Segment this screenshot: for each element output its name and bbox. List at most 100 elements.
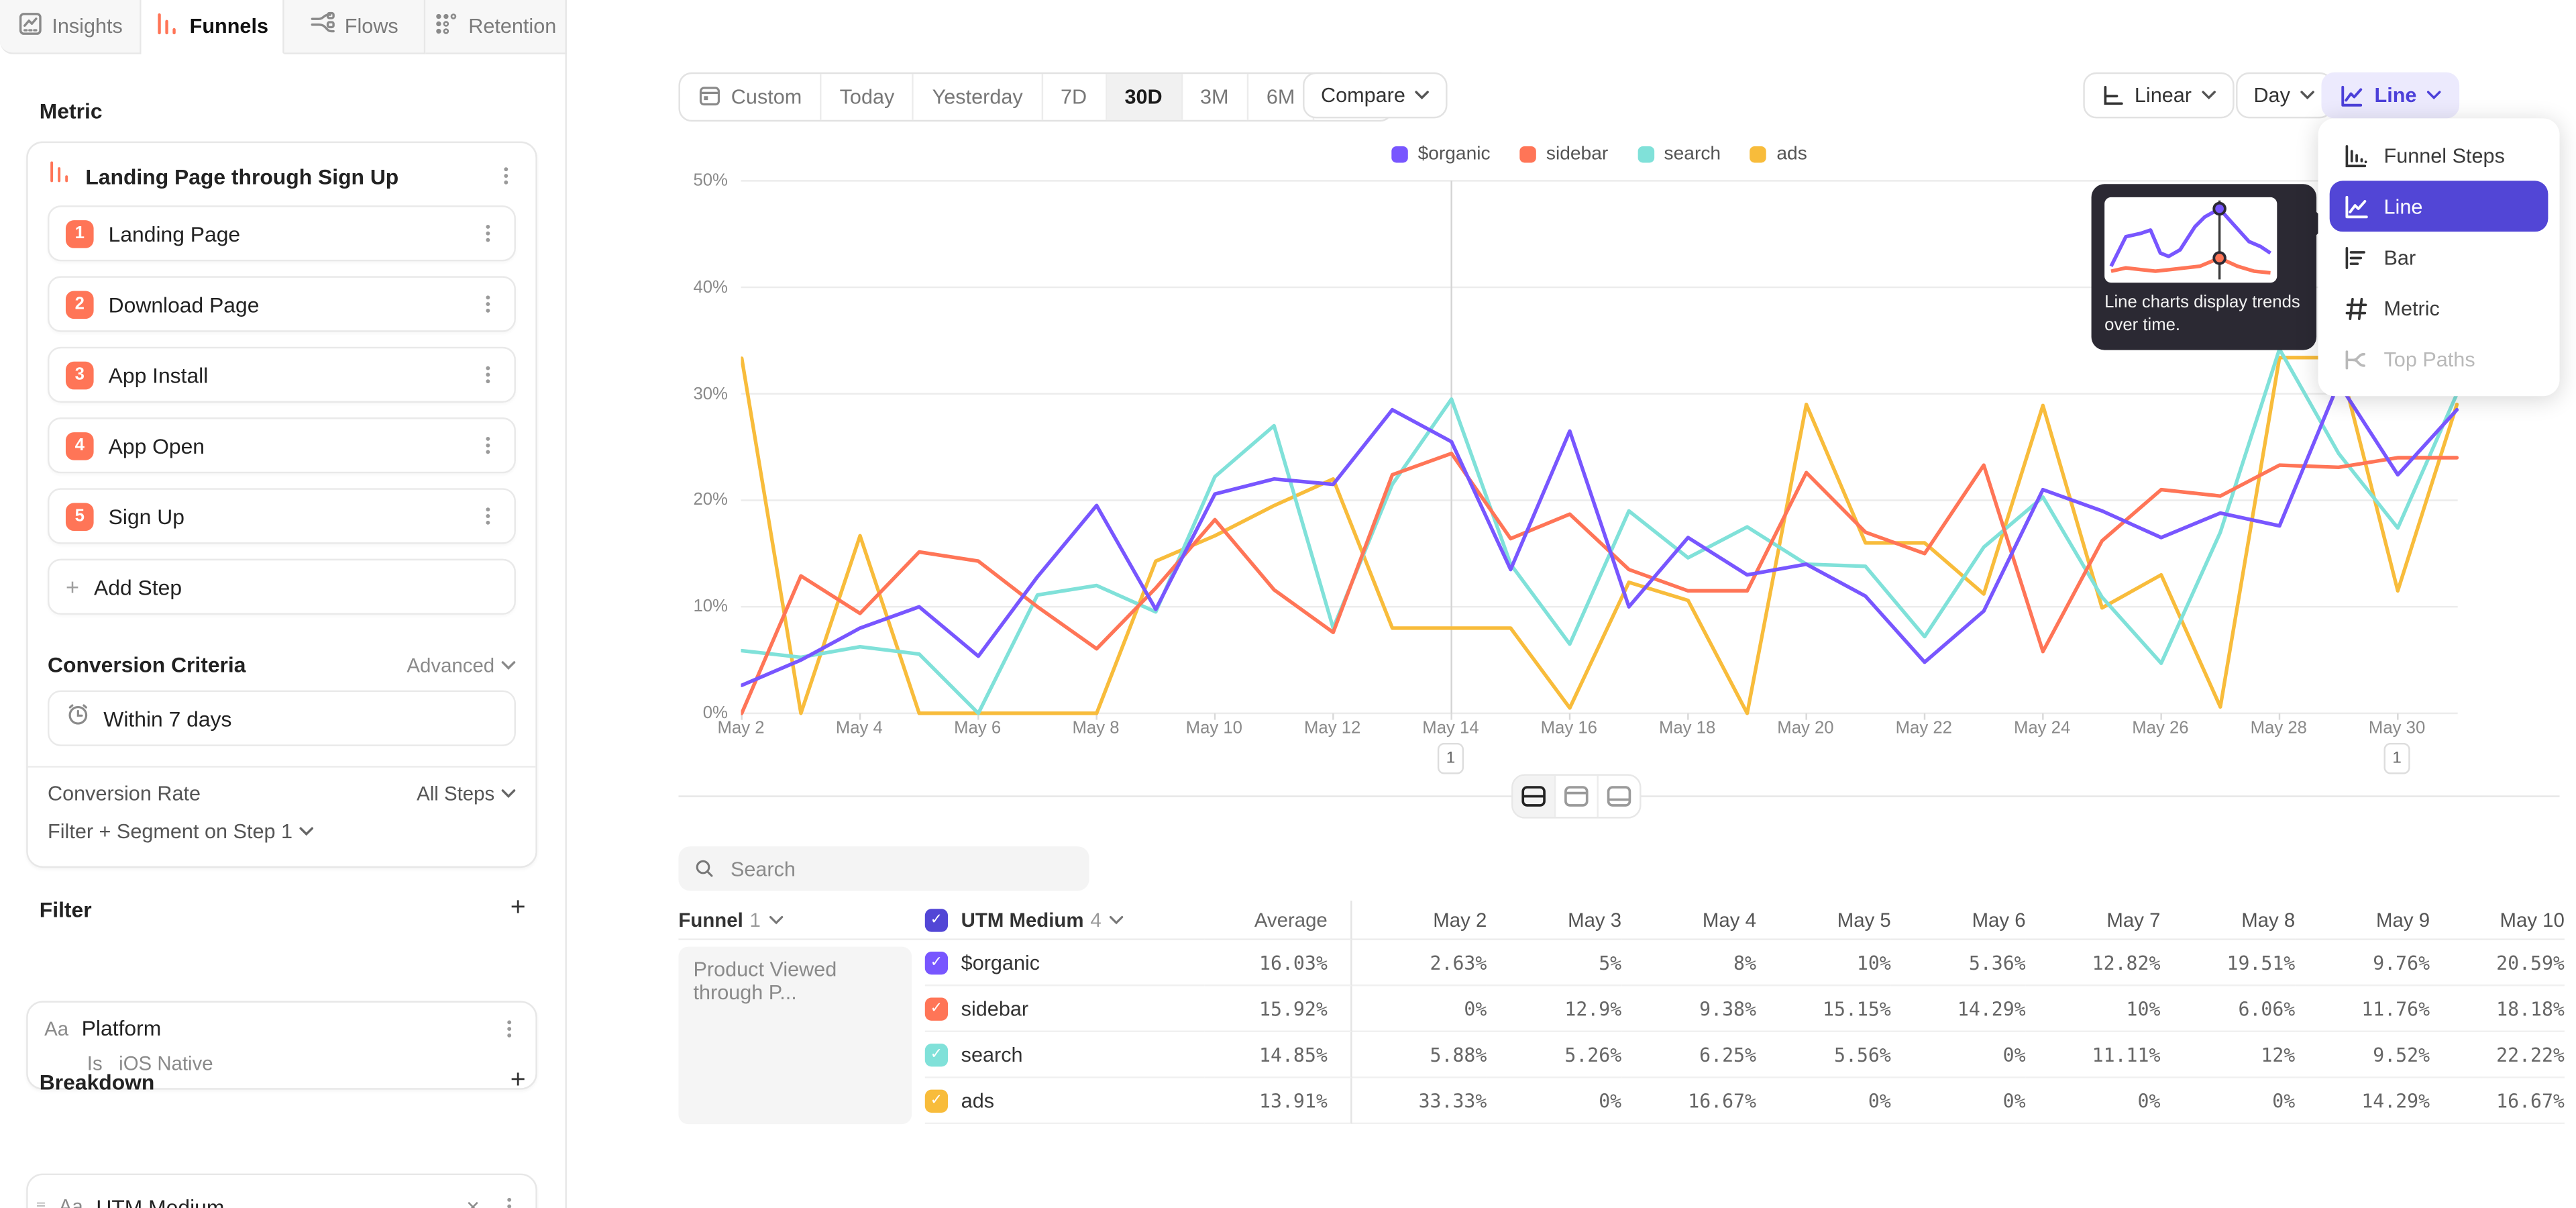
- chevron-down-icon: [2202, 91, 2216, 101]
- day-value: 5%: [1487, 940, 1621, 987]
- series-row-ads[interactable]: ✓ads: [925, 1078, 1204, 1125]
- day-value: 12.9%: [1487, 986, 1621, 1032]
- scale-dropdown[interactable]: Linear: [2084, 72, 2235, 119]
- chevron-down-icon: [501, 789, 516, 799]
- tab-flows[interactable]: Flows: [283, 0, 425, 54]
- tab-insights[interactable]: Insights: [0, 0, 142, 54]
- drag-handle-icon[interactable]: ≡: [36, 1197, 46, 1208]
- range-3m[interactable]: 3M: [1182, 74, 1248, 120]
- range-30d[interactable]: 30D: [1107, 74, 1183, 120]
- series-checkbox[interactable]: ✓: [925, 1043, 948, 1066]
- report-tabs: InsightsFunnelsFlowsRetention: [0, 0, 567, 54]
- split-view-button[interactable]: [1513, 776, 1556, 817]
- step-label: Sign Up: [109, 504, 464, 529]
- table-only-view-button[interactable]: [1599, 776, 1640, 817]
- search-input[interactable]: [727, 856, 1073, 882]
- funnel-column-header[interactable]: Funnel1: [678, 901, 924, 940]
- retention-icon: [434, 11, 459, 41]
- funnel-name-cell[interactable]: Product Viewed through P...: [678, 947, 912, 1124]
- legend-item-ads[interactable]: ads: [1750, 145, 1807, 164]
- granularity-dropdown[interactable]: Day: [2236, 72, 2333, 119]
- step-label: App Open: [109, 433, 464, 458]
- menu-item-top-paths: Top Paths: [2330, 334, 2548, 385]
- add-filter-button[interactable]: +: [511, 896, 526, 922]
- series-checkbox[interactable]: ✓: [925, 951, 948, 974]
- day-value: 16.67%: [1621, 1078, 1756, 1125]
- add-breakdown-button[interactable]: +: [511, 1068, 526, 1095]
- day-value: 8%: [1621, 940, 1756, 987]
- funnel-step-3[interactable]: 3 App Install: [48, 347, 516, 403]
- advanced-dropdown[interactable]: Advanced: [407, 653, 516, 676]
- y-tick-label: 30%: [662, 384, 728, 403]
- menu-item-metric[interactable]: Metric: [2330, 283, 2548, 334]
- breakdown-column-header[interactable]: ✓UTM Medium4: [925, 901, 1204, 940]
- series-row-search[interactable]: ✓search: [925, 1032, 1204, 1078]
- step-kebab-menu[interactable]: [478, 363, 498, 386]
- add-step-button[interactable]: + Add Step: [48, 559, 516, 615]
- range-7d[interactable]: 7D: [1042, 74, 1106, 120]
- compare-button[interactable]: Compare: [1303, 72, 1448, 119]
- step-kebab-menu[interactable]: [478, 222, 498, 245]
- range-yesterday[interactable]: Yesterday: [914, 74, 1042, 120]
- funnel-step-4[interactable]: 4 App Open: [48, 417, 516, 473]
- x-tick-label: May 28: [2251, 718, 2307, 738]
- select-all-checkbox[interactable]: ✓: [925, 908, 948, 931]
- conversion-window-button[interactable]: Within 7 days: [48, 691, 516, 746]
- step-kebab-menu[interactable]: [478, 505, 498, 527]
- menu-item-funnel-steps[interactable]: Funnel Steps: [2330, 130, 2548, 181]
- chart-type-dropdown[interactable]: Line: [2322, 72, 2459, 119]
- remove-breakdown-icon[interactable]: ×: [460, 1193, 486, 1208]
- metric-icon: [2343, 295, 2369, 321]
- series-row-organic[interactable]: ✓$organic: [925, 940, 1204, 987]
- tab-retention[interactable]: Retention: [425, 0, 567, 54]
- tooltip-mini-chart: [2104, 197, 2277, 283]
- y-tick-label: 40%: [662, 277, 728, 297]
- legend-swatch: [1750, 146, 1766, 162]
- legend-swatch: [1391, 146, 1407, 162]
- breakdown-card-utm-medium[interactable]: ≡ Aa UTM Medium ×: [26, 1174, 537, 1208]
- annotation-badge[interactable]: 1: [1438, 743, 1464, 774]
- metric-section-title: Metric: [40, 99, 103, 123]
- filter-segment-dropdown[interactable]: Filter + Segment on Step 1: [28, 809, 536, 860]
- step-kebab-menu[interactable]: [478, 434, 498, 457]
- menu-item-bar[interactable]: Bar: [2330, 232, 2548, 283]
- legend-item-organic[interactable]: $organic: [1391, 145, 1490, 164]
- range-today[interactable]: Today: [822, 74, 914, 120]
- x-tick-label: May 8: [1072, 718, 1119, 738]
- step-number-badge: 5: [66, 502, 94, 530]
- series-row-sidebar[interactable]: ✓sidebar: [925, 986, 1204, 1032]
- property-type-icon: Aa: [44, 1017, 68, 1040]
- series-checkbox[interactable]: ✓: [925, 1089, 948, 1111]
- step-kebab-menu[interactable]: [478, 293, 498, 315]
- filter-kebab-menu[interactable]: [499, 1017, 519, 1040]
- legend-item-search[interactable]: search: [1638, 145, 1721, 164]
- legend-swatch: [1520, 146, 1536, 162]
- table-search[interactable]: [678, 846, 1089, 891]
- chevron-down-icon: [2426, 91, 2441, 101]
- annotation-badge[interactable]: 1: [2383, 743, 2410, 774]
- conversion-rate-dropdown[interactable]: All Steps: [417, 783, 516, 805]
- x-tick-label: May 6: [954, 718, 1001, 738]
- tab-funnels[interactable]: Funnels: [142, 0, 283, 54]
- funnel-step-1[interactable]: 1 Landing Page: [48, 205, 516, 261]
- breakdown-kebab-menu[interactable]: [499, 1195, 519, 1208]
- funnel-step-2[interactable]: 2 Download Page: [48, 276, 516, 332]
- day-value: 9.38%: [1621, 986, 1756, 1032]
- funnel-kebab-menu[interactable]: [496, 164, 516, 187]
- range-custom[interactable]: Custom: [680, 74, 822, 120]
- funnel-step-5[interactable]: 5 Sign Up: [48, 488, 516, 544]
- day-value: 18.18%: [2430, 986, 2565, 1032]
- bar-chart-icon: [2343, 244, 2369, 270]
- y-tick-label: 20%: [662, 491, 728, 510]
- funnel-metric-icon: [48, 160, 72, 193]
- chart-type-menu: Funnel StepsLineBarMetricTop Paths: [2318, 118, 2560, 396]
- chart-only-view-button[interactable]: [1556, 776, 1599, 817]
- series-checkbox[interactable]: ✓: [925, 997, 948, 1019]
- menu-item-line[interactable]: Line: [2330, 181, 2548, 232]
- funnel-steps-list: 1 Landing Page 2 Download Page 3 App Ins…: [28, 205, 536, 544]
- legend-item-sidebar[interactable]: sidebar: [1520, 145, 1609, 164]
- insights-icon: [17, 11, 42, 41]
- day-value: 15.15%: [1756, 986, 1891, 1032]
- breakdown-section-title: Breakdown: [40, 1069, 155, 1094]
- day-value: 0%: [1487, 1078, 1621, 1125]
